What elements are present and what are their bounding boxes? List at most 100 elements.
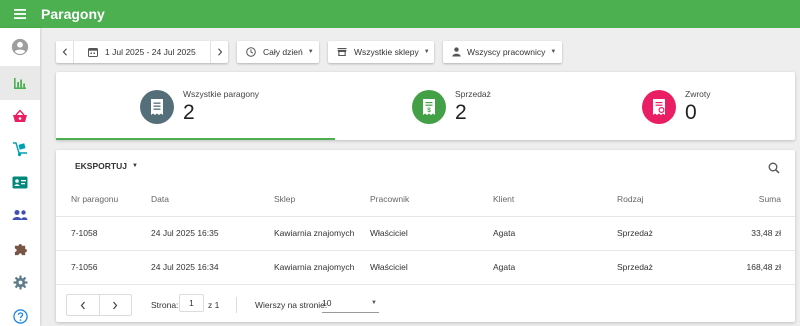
cell-shop: Kawiarnia znajomych (274, 228, 355, 238)
stat-returns-label: Zwroty (685, 89, 711, 99)
cell-number: 7-1056 (71, 262, 98, 272)
shop-filter-label: Wszystkie sklepy (354, 47, 419, 57)
chevron-right-icon (217, 48, 222, 56)
page-number-input[interactable] (179, 294, 204, 312)
cell-type: Sprzedaż (617, 228, 653, 238)
employee-filter-button[interactable]: Wszyscy pracownicy ▼ (443, 41, 562, 63)
calendar-icon (88, 48, 98, 57)
sidebar (0, 28, 40, 326)
sidebar-item-sales[interactable] (0, 99, 40, 133)
export-button[interactable]: EKSPORTUJ ▼ (75, 161, 138, 171)
hand-truck-icon (13, 142, 27, 157)
prev-page-button[interactable] (67, 295, 99, 315)
table-header: Nr paragonu Data Sklep Pracownik Klient … (56, 183, 795, 217)
rows-per-page-value: 10 (322, 298, 332, 308)
cell-type: Sprzedaż (617, 262, 653, 272)
cell-shop: Kawiarnia znajomych (274, 262, 355, 272)
cell-total: 168,48 zł (746, 262, 782, 272)
cell-number: 7-1058 (71, 228, 98, 238)
stats-card: Wszystkie paragony 2 $ Sprzedaż 2 Zwroty… (56, 72, 795, 140)
account-circle-icon (11, 38, 29, 56)
cell-client: Agata (493, 262, 516, 272)
chevron-right-icon (113, 301, 118, 309)
receipt-icon-circle (140, 90, 174, 124)
active-tab-indicator (56, 138, 335, 140)
receipt-icon (151, 99, 163, 115)
cell-date: 24 Jul 2025 16:34 (151, 262, 219, 272)
page-count-label: z 1 (208, 300, 220, 310)
sidebar-item-reports[interactable] (0, 66, 40, 100)
header-type[interactable]: Rodzaj (617, 183, 643, 216)
table-row[interactable]: 7-1058 24 Jul 2025 16:35 Kawiarnia znajo… (56, 217, 795, 251)
sidebar-item-settings[interactable] (0, 265, 40, 299)
page-nav (66, 294, 132, 316)
stat-returns-value: 0 (685, 101, 697, 124)
search-button[interactable] (765, 159, 783, 177)
person-icon (452, 47, 461, 57)
people-icon (12, 210, 28, 220)
header-shop[interactable]: Sklep (274, 183, 295, 216)
stat-sales-label: Sprzedaż (455, 89, 491, 99)
search-icon (768, 162, 780, 174)
sidebar-item-delivery[interactable] (0, 132, 40, 166)
prev-range-button[interactable] (56, 41, 74, 63)
chevron-left-icon (80, 301, 85, 309)
shop-filter-button[interactable]: Wszystkie sklepy ▼ (328, 41, 434, 63)
divider (236, 297, 237, 313)
stat-returns[interactable]: Zwroty 0 (565, 72, 795, 140)
stat-all-receipts[interactable]: Wszystkie paragony 2 (56, 72, 335, 140)
next-range-button[interactable] (210, 41, 228, 63)
rows-per-page-select[interactable]: 10 ▼ (322, 294, 379, 313)
help-icon (12, 308, 28, 324)
header-total[interactable]: Suma (759, 183, 781, 216)
sales-receipt-icon: $ (423, 99, 435, 115)
employee-filter-label: Wszyscy pracownicy (467, 47, 546, 57)
bar-chart-icon (14, 78, 26, 89)
stat-sales[interactable]: $ Sprzedaż 2 (335, 72, 565, 140)
cell-employee: Właściciel (370, 228, 408, 238)
dropdown-arrow-icon: ▼ (131, 163, 138, 169)
return-receipt-icon (653, 99, 665, 115)
dropdown-arrow-icon: ▼ (371, 300, 377, 306)
table-row[interactable]: 7-1056 24 Jul 2025 16:34 Kawiarnia znajo… (56, 251, 795, 285)
dropdown-arrow-icon: ▼ (307, 49, 314, 55)
returns-icon-circle (642, 90, 676, 124)
stat-all-value: 2 (183, 101, 195, 124)
time-filter-label: Cały dzień (263, 47, 303, 57)
header-client[interactable]: Klient (493, 183, 514, 216)
sidebar-item-account[interactable] (0, 30, 40, 64)
cell-employee: Właściciel (370, 262, 408, 272)
header-employee[interactable]: Pracownik (370, 183, 409, 216)
date-range-label: 1 Jul 2025 - 24 Jul 2025 (105, 47, 196, 57)
cell-client: Agata (493, 228, 516, 238)
store-icon (337, 48, 347, 56)
menu-button[interactable] (0, 0, 40, 28)
cell-date: 24 Jul 2025 16:35 (151, 228, 219, 238)
chevron-left-icon (62, 48, 67, 56)
hamburger-menu-icon (14, 9, 26, 19)
export-label: EKSPORTUJ (75, 161, 127, 171)
stat-all-label: Wszystkie paragony (183, 89, 260, 99)
sidebar-item-integrations[interactable] (0, 232, 40, 266)
puzzle-icon (14, 243, 27, 255)
header-date[interactable]: Data (151, 183, 169, 216)
receipts-table-card: EKSPORTUJ ▼ Nr paragonu Data Sklep Praco… (56, 150, 795, 322)
svg-text:$: $ (427, 107, 431, 114)
next-page-button[interactable] (98, 295, 132, 315)
stat-sales-value: 2 (455, 101, 467, 124)
sidebar-item-help[interactable] (0, 299, 40, 326)
clock-icon (246, 47, 256, 57)
sidebar-item-employees[interactable] (0, 198, 40, 232)
sidebar-item-customers[interactable] (0, 165, 40, 199)
gear-icon (12, 274, 28, 290)
dropdown-arrow-icon: ▼ (423, 49, 430, 55)
app-bar: Paragony (0, 0, 800, 28)
page-title: Paragony (41, 6, 105, 22)
header-number[interactable]: Nr paragonu (71, 183, 118, 216)
pagination: Strona: z 1 Wierszy na stronie: 10 ▼ (56, 289, 795, 321)
time-filter-button[interactable]: Cały dzień ▼ (237, 41, 319, 63)
sales-icon-circle: $ (412, 90, 446, 124)
rows-per-page-label: Wierszy na stronie: (255, 300, 328, 310)
date-range-picker: 1 Jul 2025 - 24 Jul 2025 (56, 41, 228, 63)
date-range-field[interactable]: 1 Jul 2025 - 24 Jul 2025 (74, 41, 210, 63)
